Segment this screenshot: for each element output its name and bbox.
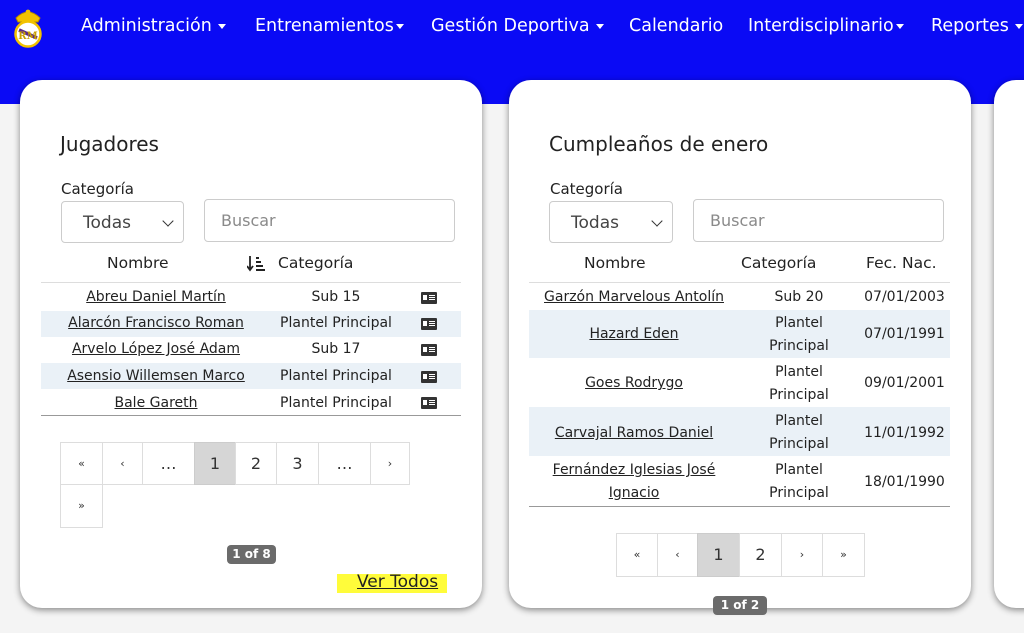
birthdays-page-2[interactable]: 2 [739, 533, 782, 577]
sort-alpha-down-icon[interactable] [247, 255, 265, 272]
birthdays-col-dob[interactable]: Fec. Nac. [866, 254, 937, 272]
birthday-date: 07/01/2003 [864, 289, 945, 305]
player-name-link[interactable]: Asensio Willemsen Marco [67, 368, 245, 384]
table-row: Hazard Eden Plantel Principal 07/01/1991 [529, 310, 950, 358]
chevron-down-icon [162, 215, 174, 227]
birthday-date: 18/01/1990 [864, 474, 945, 490]
nav-entrenamientos[interactable]: Entrenamientos [255, 14, 404, 38]
players-col-name[interactable]: Nombre [107, 254, 169, 272]
player-category: Sub 15 [311, 289, 361, 305]
id-card-icon[interactable] [421, 397, 437, 409]
player-category: Plantel Principal [280, 315, 392, 331]
table-row: Carvajal Ramos Daniel Plantel Principal … [529, 407, 950, 456]
caret-down-icon [895, 23, 904, 29]
club-crest-icon[interactable]: RM [11, 8, 45, 48]
birthdays-header-divider [529, 282, 950, 283]
player-category: Plantel Principal [280, 368, 392, 384]
players-category-label: Categoría [61, 180, 135, 198]
birthday-name-link[interactable]: Garzón Marvelous Antolín [544, 289, 724, 305]
players-category-select[interactable]: Todas [61, 201, 184, 243]
caret-down-icon [217, 23, 226, 29]
birthdays-page-prev[interactable]: ‹ [657, 533, 698, 577]
table-row: Alarcón Francisco Roman Plantel Principa… [41, 311, 461, 337]
birthdays-table-bottom [529, 506, 950, 507]
players-page-first[interactable]: « [60, 442, 103, 485]
table-row: Abreu Daniel Martín Sub 15 [41, 285, 461, 311]
caret-down-icon [1014, 23, 1023, 29]
players-page-ellipsis[interactable]: … [318, 442, 371, 485]
caret-down-icon [395, 23, 404, 29]
table-row: Arvelo López José Adam Sub 17 [41, 337, 461, 363]
nav-interdisciplinario[interactable]: Interdisciplinario [748, 14, 904, 38]
players-page-3[interactable]: 3 [276, 442, 319, 485]
player-category: Sub 17 [311, 341, 361, 357]
player-name-link[interactable]: Bale Gareth [115, 395, 198, 411]
birthday-date: 07/01/1991 [864, 326, 945, 342]
players-page-2[interactable]: 2 [235, 442, 277, 485]
player-name-link[interactable]: Abreu Daniel Martín [86, 289, 226, 305]
table-row: Goes Rodrygo Plantel Principal 09/01/200… [529, 358, 950, 407]
players-page-next[interactable]: › [370, 442, 410, 485]
table-row: Fernández Iglesias José Ignacio Plantel … [529, 456, 950, 506]
players-table-bottom [41, 415, 461, 416]
birthdays-category-select[interactable]: Todas [549, 201, 673, 243]
players-card-title: Jugadores [60, 132, 159, 156]
birthdays-page-1[interactable]: 1 [697, 533, 740, 577]
birthdays-col-name[interactable]: Nombre [584, 254, 646, 272]
id-card-icon[interactable] [421, 318, 437, 330]
birthdays-category-label: Categoría [550, 180, 624, 198]
id-card-icon[interactable] [421, 292, 437, 304]
players-search-input[interactable]: Buscar [204, 199, 455, 242]
birthdays-card-title: Cumpleaños de enero [549, 132, 769, 156]
birthdays-page-first[interactable]: « [616, 533, 658, 577]
table-row: Garzón Marvelous Antolín Sub 20 07/01/20… [529, 284, 950, 310]
players-page-ellipsis[interactable]: … [142, 442, 195, 485]
table-row: Asensio Willemsen Marco Plantel Principa… [41, 363, 461, 389]
birthday-name-link[interactable]: Goes Rodrygo [585, 375, 683, 391]
players-page-prev[interactable]: ‹ [102, 442, 143, 485]
players-header-divider [41, 282, 461, 283]
player-name-link[interactable]: Arvelo López José Adam [72, 341, 240, 357]
birthday-category: Plantel Principal [769, 413, 829, 452]
player-category: Plantel Principal [280, 395, 392, 411]
players-page-1[interactable]: 1 [194, 442, 236, 485]
players-page-badge: 1 of 8 [227, 545, 276, 564]
players-col-category[interactable]: Categoría [278, 254, 353, 272]
birthday-date: 11/01/1992 [864, 425, 945, 441]
birthdays-page-next[interactable]: › [781, 533, 823, 577]
table-row: Bale Gareth Plantel Principal [41, 389, 461, 415]
svg-text:RM: RM [18, 31, 37, 42]
birthday-category: Plantel Principal [769, 462, 829, 501]
id-card-icon[interactable] [421, 344, 437, 356]
next-card-edge [994, 80, 1024, 608]
id-card-icon[interactable] [421, 371, 437, 383]
birthdays-page-last[interactable]: » [822, 533, 865, 577]
birthday-date: 09/01/2001 [864, 375, 945, 391]
birthdays-search-input[interactable]: Buscar [693, 199, 944, 242]
nav-reportes[interactable]: Reportes [931, 14, 1023, 38]
birthday-category: Plantel Principal [769, 315, 829, 354]
player-name-link[interactable]: Alarcón Francisco Roman [68, 315, 244, 331]
birthday-category: Plantel Principal [769, 364, 829, 403]
chevron-down-icon [651, 215, 663, 227]
birthday-name-link[interactable]: Hazard Eden [589, 326, 678, 342]
caret-down-icon [595, 23, 604, 29]
players-page-last[interactable]: » [60, 484, 103, 528]
nav-administracion[interactable]: Administración [81, 14, 226, 38]
birthdays-page-badge: 1 of 2 [713, 596, 767, 615]
nav-calendario[interactable]: Calendario [629, 14, 723, 38]
birthday-category: Sub 20 [774, 289, 824, 305]
birthday-name-link[interactable]: Carvajal Ramos Daniel [555, 425, 713, 441]
nav-gestion-deportiva[interactable]: Gestión Deportiva [431, 14, 604, 38]
view-all-link[interactable]: Ver Todos [357, 572, 438, 592]
birthday-name-link[interactable]: Fernández Iglesias José Ignacio [553, 462, 716, 501]
birthdays-col-category[interactable]: Categoría [741, 254, 816, 272]
